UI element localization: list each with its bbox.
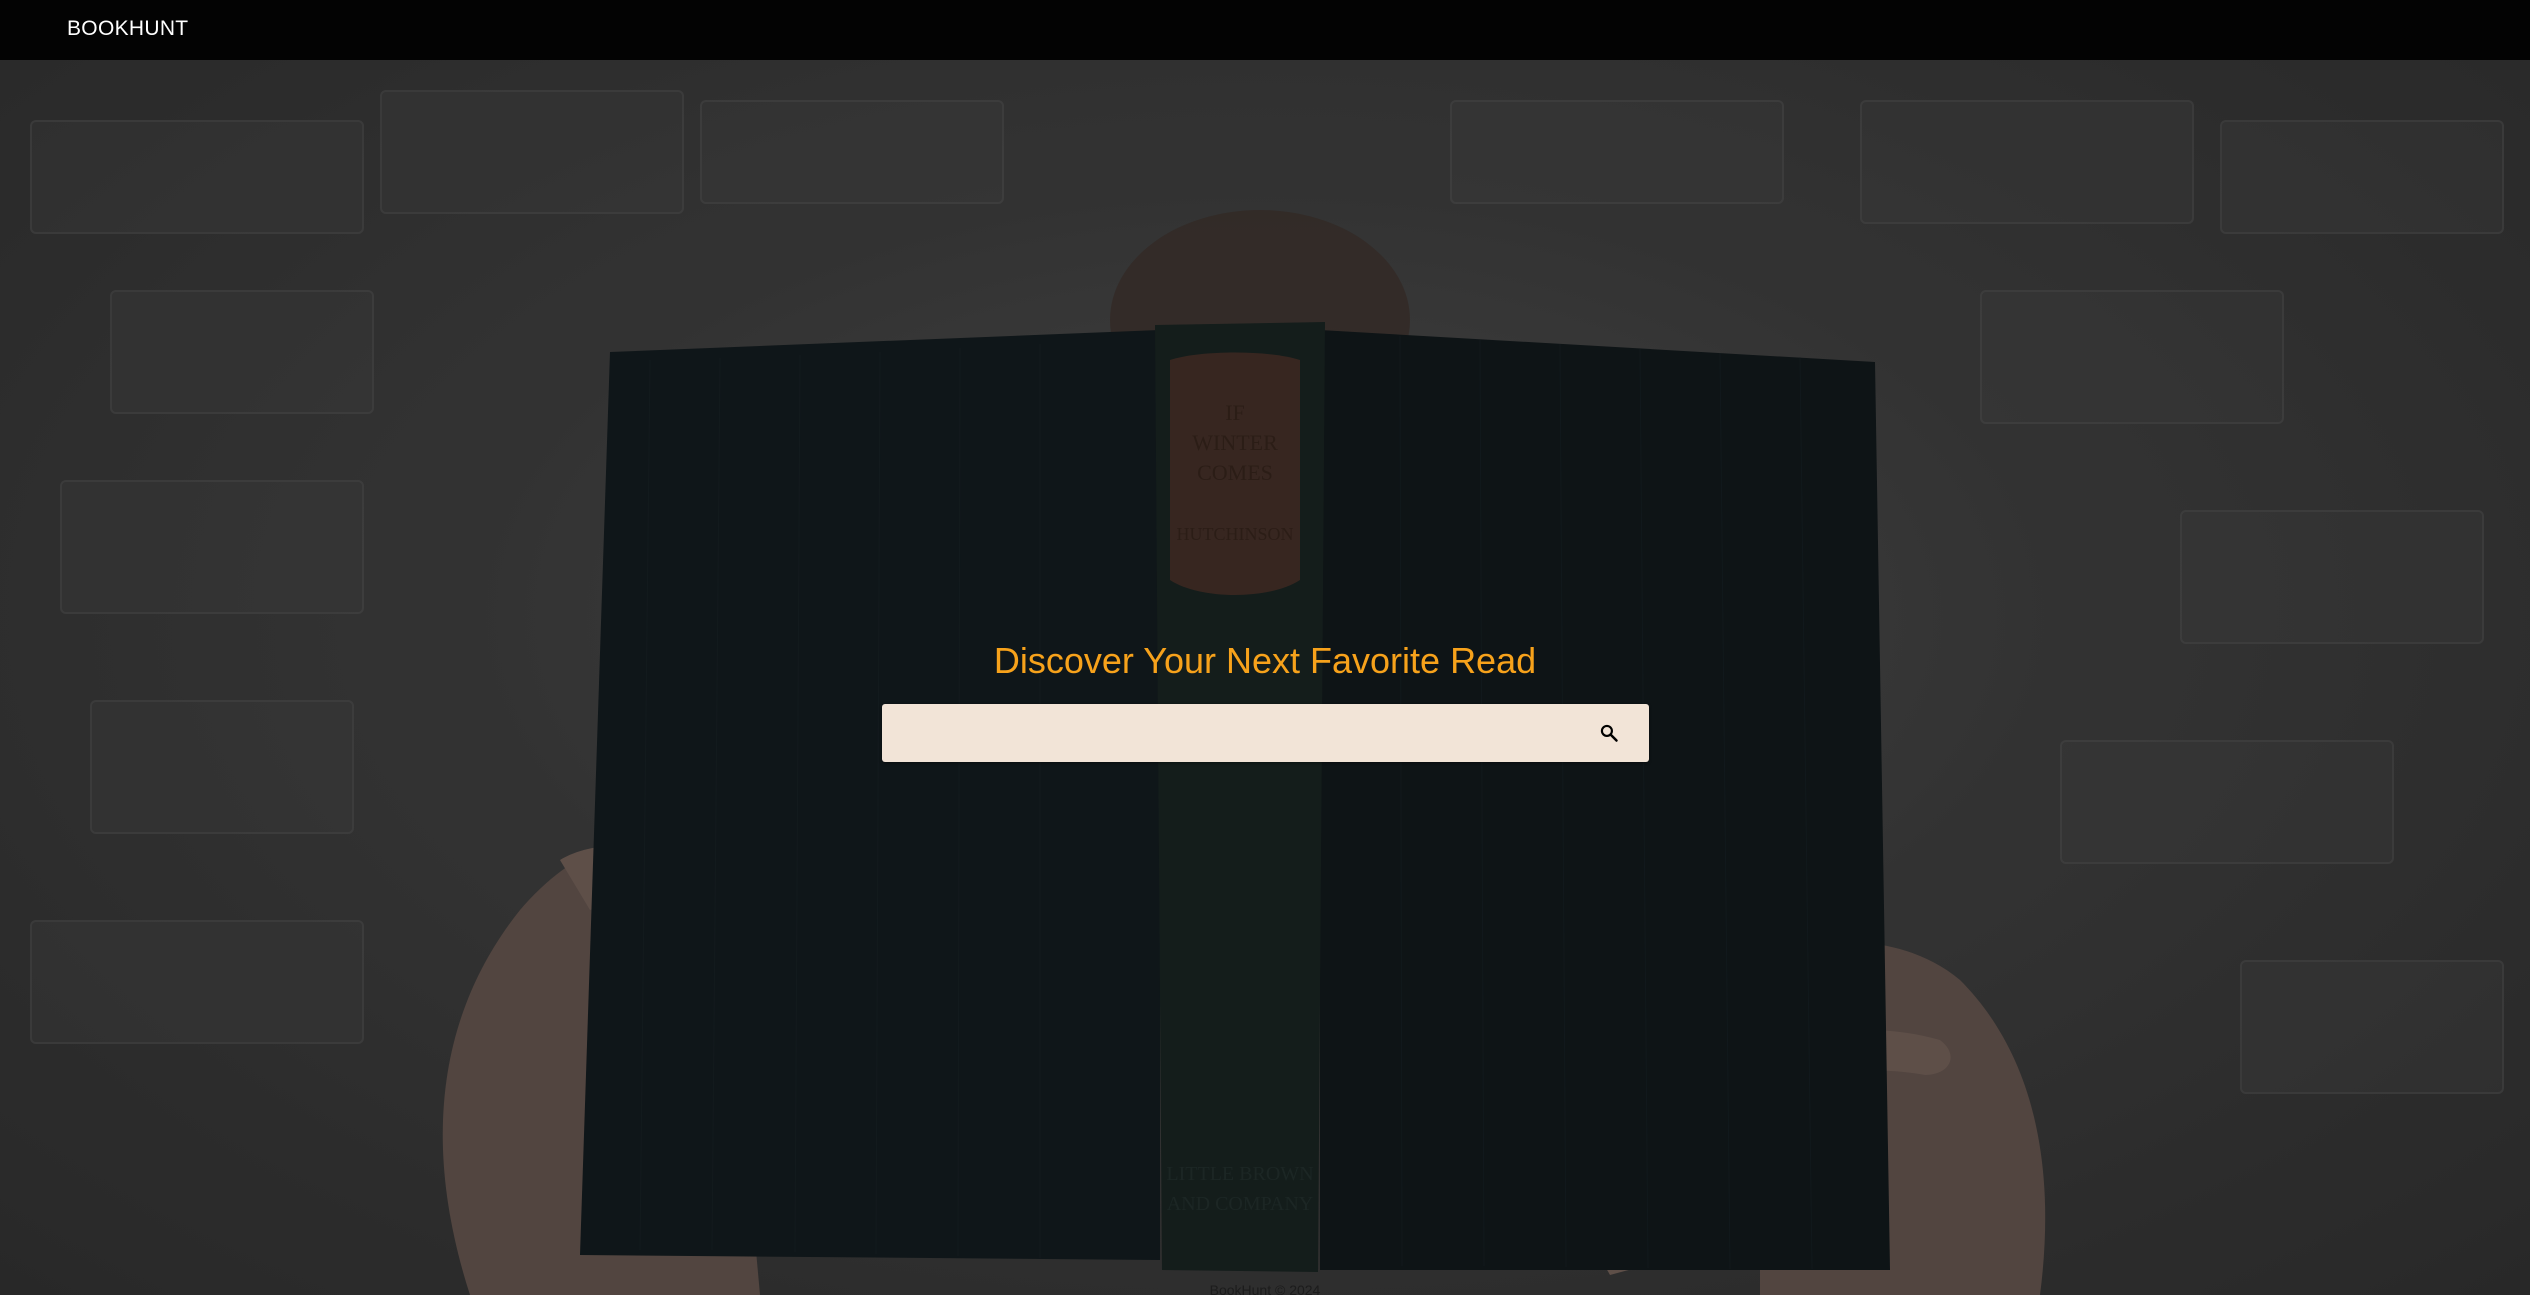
search-input[interactable] [896, 704, 1560, 764]
page: BOOKHUNT IF WINTER COMES HUTCHINSON LITT… [0, 0, 2530, 1295]
search-bar [882, 704, 1649, 764]
hero-headline: Discover Your Next Favorite Read [993, 640, 1537, 681]
top-navbar: BOOKHUNT [0, 0, 2530, 60]
brand-logo-link[interactable]: BOOKHUNT [67, 17, 188, 41]
search-button[interactable] [1597, 721, 1621, 745]
search-icon [1600, 724, 1618, 742]
footer-copyright: BookHunt © 2024 [1209, 1282, 1321, 1295]
